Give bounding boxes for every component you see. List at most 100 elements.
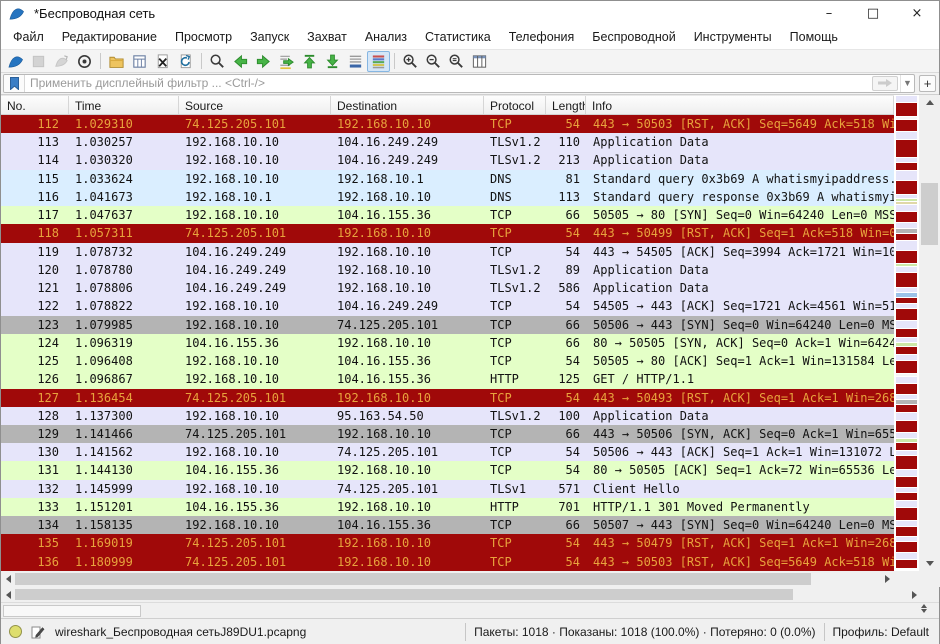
scroll-right-icon[interactable] [907,587,921,602]
go-back-button[interactable] [229,51,252,72]
go-forward-button[interactable] [252,51,275,72]
packet-row[interactable]: 1221.078822192.168.10.10104.16.249.249TC… [1,297,894,315]
packet-row[interactable]: 1331.151201104.16.155.36192.168.10.10HTT… [1,498,894,516]
splitter-grip[interactable] [3,605,141,617]
find-packet-button[interactable] [206,51,229,72]
packet-row[interactable]: 1131.030257192.168.10.10104.16.249.249TL… [1,133,894,151]
menu-7[interactable]: Телефония [500,26,584,48]
scroll-up-icon[interactable] [919,95,940,110]
cell-no: 119 [1,243,69,261]
minimize-button[interactable]: – [807,1,851,25]
column-header-source[interactable]: Source [179,96,331,114]
packet-row[interactable]: 1251.096408192.168.10.10104.16.155.36TCP… [1,352,894,370]
add-filter-button[interactable]: + [919,75,936,92]
packet-row[interactable]: 1211.078806104.16.249.249192.168.10.10TL… [1,279,894,297]
menu-4[interactable]: Захват [298,26,356,48]
cell-destination: 104.16.155.36 [331,206,484,224]
expert-info-icon[interactable] [9,625,22,638]
minimap-stripe [896,132,917,139]
maximize-button[interactable]: □ [851,1,895,25]
column-header-length[interactable]: Length [546,96,586,114]
menu-9[interactable]: Инструменты [685,26,781,48]
cell-protocol: TLSv1.2 [484,261,546,279]
packet-list-hscrollbar[interactable] [1,571,894,587]
cell-info: 50507 → 443 [SYN] Seq=0 Win=64240 Len=0 … [586,516,894,534]
auto-scroll-button[interactable] [344,51,367,72]
close-button[interactable]: × [895,1,939,25]
hscrollbar-thumb[interactable] [15,573,811,585]
start-capture-button[interactable] [4,51,27,72]
vertical-scrollbar[interactable] [919,95,940,571]
column-header-destination[interactable]: Destination [331,96,484,114]
column-header-no[interactable]: No. [1,96,69,114]
capture-options-button[interactable] [73,51,96,72]
packet-row[interactable]: 1301.141562192.168.10.1074.125.205.101TC… [1,443,894,461]
packet-row[interactable]: 1141.030320192.168.10.10104.16.249.249TL… [1,151,894,169]
packet-row[interactable]: 1181.05731174.125.205.101192.168.10.10TC… [1,224,894,242]
cell-destination: 74.125.205.101 [331,480,484,498]
packet-row[interactable]: 1351.16901974.125.205.101192.168.10.10TC… [1,534,894,552]
profile-label[interactable]: Профиль: Default [825,625,940,639]
vertical-scrollbar-thumb[interactable] [921,183,938,245]
packet-minimap-scrollbar[interactable] [894,95,919,571]
packet-row[interactable]: 1151.033624192.168.10.10192.168.10.1DNS8… [1,170,894,188]
scroll-left-icon[interactable] [1,587,15,602]
display-filter-input[interactable]: Применить дисплейный фильтр ... <Ctrl-/>… [3,74,915,93]
zoom-original-button[interactable] [445,51,468,72]
packet-row[interactable]: 1281.137300192.168.10.1095.163.54.50TLSv… [1,407,894,425]
menu-6[interactable]: Статистика [416,26,500,48]
close-file-button[interactable] [151,51,174,72]
splitter-arrows-icon[interactable] [921,604,927,613]
capture-comment-icon[interactable] [31,625,45,639]
colorize-button[interactable] [367,51,390,72]
packet-row[interactable]: 1231.079985192.168.10.1074.125.205.101TC… [1,316,894,334]
go-first-button[interactable] [298,51,321,72]
packet-row[interactable]: 1321.145999192.168.10.1074.125.205.101TL… [1,480,894,498]
save-file-button[interactable] [128,51,151,72]
apply-filter-button[interactable] [872,76,898,91]
packet-row[interactable]: 1361.18099974.125.205.101192.168.10.10TC… [1,553,894,571]
packet-row[interactable]: 1261.096867192.168.10.10104.16.155.36HTT… [1,370,894,388]
open-file-button[interactable] [105,51,128,72]
packet-row[interactable]: 1291.14146674.125.205.101192.168.10.10TC… [1,425,894,443]
lower-hscrollbar[interactable] [1,587,921,602]
packet-row[interactable]: 1171.047637192.168.10.10104.16.155.36TCP… [1,206,894,224]
menu-3[interactable]: Запуск [241,26,298,48]
go-to-packet-button[interactable] [275,51,298,72]
packet-row[interactable]: 1341.158135192.168.10.10104.16.155.36TCP… [1,516,894,534]
packet-row[interactable]: 1201.078780104.16.249.249192.168.10.10TL… [1,261,894,279]
menu-5[interactable]: Анализ [356,26,416,48]
packet-row[interactable]: 1191.078732104.16.249.249192.168.10.10TC… [1,243,894,261]
resize-columns-button[interactable] [468,51,491,72]
minimap-stripe [896,488,917,492]
cell-no: 136 [1,553,69,571]
menu-1[interactable]: Редактирование [53,26,166,48]
packet-row[interactable]: 1271.13645474.125.205.101192.168.10.10TC… [1,389,894,407]
packet-row[interactable]: 1161.041673192.168.10.1192.168.10.10DNS1… [1,188,894,206]
menu-8[interactable]: Беспроводной [583,26,684,48]
column-header-time[interactable]: Time [69,96,179,114]
column-header-info[interactable]: Info [586,96,894,114]
scroll-down-icon[interactable] [919,556,940,571]
scroll-left-icon[interactable] [1,571,15,587]
scroll-right-icon[interactable] [880,571,894,587]
filter-dropdown-caret-icon[interactable]: ▼ [900,75,914,92]
lower-hscrollbar-thumb[interactable] [15,589,793,600]
packet-row[interactable]: 1311.144130104.16.155.36192.168.10.10TCP… [1,461,894,479]
cell-info: 443 → 54505 [ACK] Seq=3994 Ack=1721 Win=… [586,243,894,261]
menu-10[interactable]: Помощь [781,26,847,48]
cell-time: 1.041673 [69,188,179,206]
cell-length: 54 [546,115,586,133]
cell-destination: 192.168.10.10 [331,261,484,279]
menu-0[interactable]: Файл [4,26,53,48]
packet-row[interactable]: 1121.02931074.125.205.101192.168.10.10TC… [1,115,894,133]
pane-splitter[interactable] [1,602,939,618]
menu-2[interactable]: Просмотр [166,26,241,48]
packet-row[interactable]: 1241.096319104.16.155.36192.168.10.10TCP… [1,334,894,352]
filter-bookmark-icon[interactable] [4,75,25,92]
zoom-out-button[interactable] [422,51,445,72]
go-last-button[interactable] [321,51,344,72]
zoom-in-button[interactable] [399,51,422,72]
column-header-protocol[interactable]: Protocol [484,96,546,114]
reload-file-button[interactable] [174,51,197,72]
